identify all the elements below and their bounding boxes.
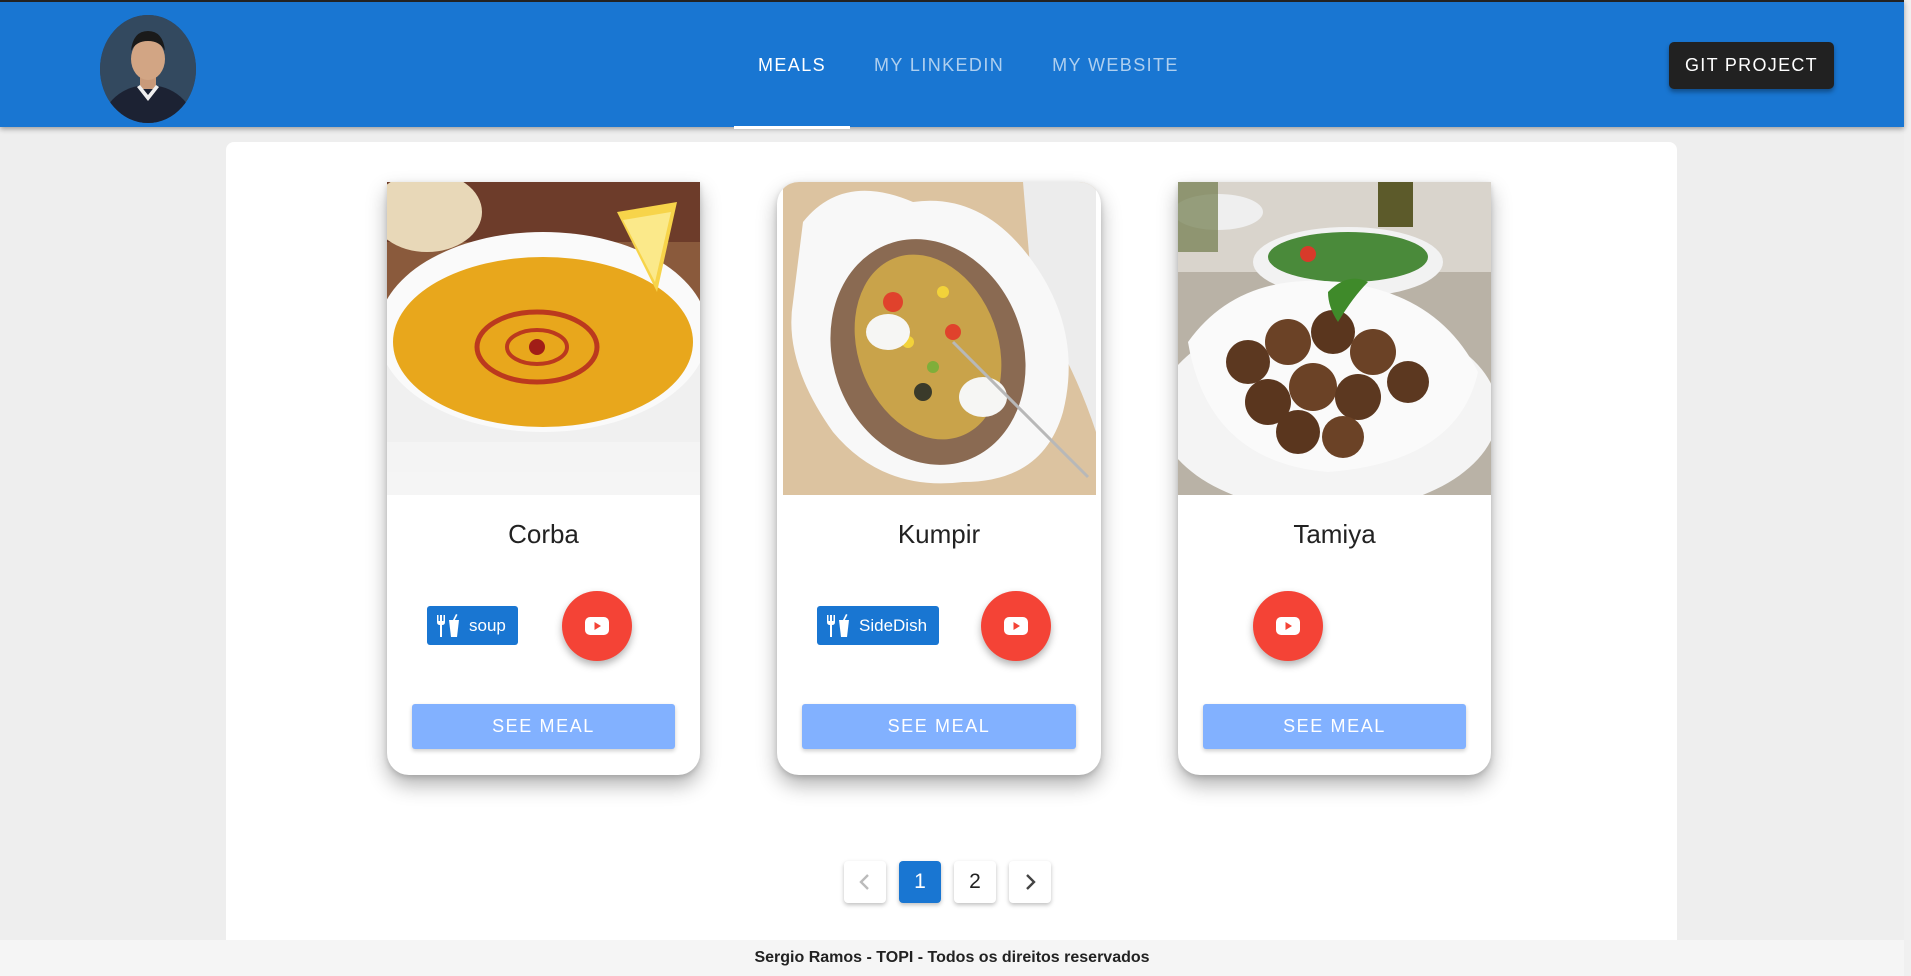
meal-card: Corba soup SEE MEAL bbox=[387, 182, 700, 775]
meal-image bbox=[783, 182, 1096, 495]
category-chip[interactable]: soup bbox=[427, 606, 518, 645]
avatar[interactable] bbox=[100, 15, 196, 123]
restaurant-icon bbox=[827, 613, 849, 637]
meal-image bbox=[387, 182, 700, 495]
meal-image bbox=[1178, 182, 1491, 495]
main-nav: MEALS MY LINKEDIN MY WEBSITE bbox=[734, 2, 1203, 129]
next-page-button[interactable] bbox=[1009, 861, 1051, 903]
meal-card: Kumpir SideDish SEE MEAL bbox=[777, 182, 1101, 775]
category-chip[interactable]: SideDish bbox=[817, 606, 940, 645]
category-label: soup bbox=[469, 615, 506, 635]
chevron-right-icon bbox=[1026, 874, 1036, 890]
page-button-2[interactable]: 2 bbox=[954, 861, 996, 903]
meal-title: Corba bbox=[508, 519, 579, 549]
youtube-icon bbox=[585, 617, 609, 635]
category-label: SideDish bbox=[859, 615, 928, 635]
tab-my-website[interactable]: MY WEBSITE bbox=[1028, 2, 1203, 129]
see-meal-button[interactable]: SEE MEAL bbox=[802, 704, 1076, 749]
meal-title: Tamiya bbox=[1293, 519, 1376, 549]
git-project-button[interactable]: GIT PROJECT bbox=[1669, 42, 1834, 89]
scrollbar[interactable] bbox=[1904, 0, 1911, 976]
tab-meals[interactable]: MEALS bbox=[734, 2, 851, 129]
youtube-icon bbox=[1004, 617, 1028, 635]
tab-my-linkedin[interactable]: MY LINKEDIN bbox=[850, 2, 1028, 129]
page-button-1[interactable]: 1 bbox=[899, 861, 941, 903]
chevron-left-icon bbox=[859, 874, 869, 890]
see-meal-button[interactable]: SEE MEAL bbox=[412, 704, 675, 749]
app-bar: MEALS MY LINKEDIN MY WEBSITE GIT PROJECT bbox=[0, 0, 1904, 129]
youtube-icon bbox=[1276, 617, 1300, 635]
footer: Sergio Ramos - TOPI - Todos os direitos … bbox=[0, 940, 1904, 976]
previous-page-button[interactable] bbox=[844, 861, 886, 903]
restaurant-icon bbox=[437, 613, 459, 637]
youtube-button[interactable] bbox=[562, 591, 632, 661]
meal-card: Tamiya SEE MEAL bbox=[1178, 182, 1491, 775]
pagination: 1 2 bbox=[844, 861, 1051, 903]
meal-title: Kumpir bbox=[897, 519, 981, 549]
youtube-button[interactable] bbox=[1253, 591, 1323, 661]
see-meal-button[interactable]: SEE MEAL bbox=[1203, 704, 1466, 749]
youtube-button[interactable] bbox=[981, 591, 1051, 661]
footer-text: Sergio Ramos - TOPI - Todos os direitos … bbox=[754, 949, 1150, 966]
